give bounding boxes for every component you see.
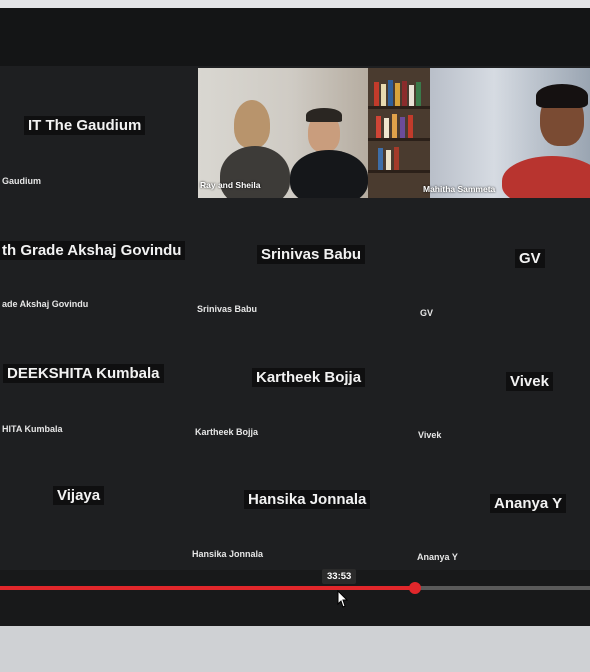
participant-figure (234, 100, 270, 148)
participant-name-deekshita-kumbala: DEEKSHITA Kumbala (3, 364, 164, 383)
mouse-cursor-icon (337, 590, 349, 608)
top-bar (0, 8, 590, 66)
participant-label-kartheek-bojja: Kartheek Bojja (195, 427, 259, 437)
participant-label-gv: GV (420, 308, 434, 318)
video-label-ray-and-sheila: Ray and Sheila (200, 180, 261, 190)
participant-figure (306, 108, 342, 122)
player-controls (0, 570, 590, 628)
participant-figure (220, 146, 290, 198)
progress-scrubber-handle[interactable] (408, 582, 421, 594)
time-tooltip: 33:53 (322, 569, 357, 584)
participant-figure (536, 84, 588, 108)
video-tile-mahitha-sammeta[interactable] (430, 68, 590, 198)
participant-name-it-the-gaudium: IT The Gaudium (24, 116, 146, 135)
participant-name-srinivas-babu: Srinivas Babu (257, 245, 366, 264)
screen: Ray and Sheila Mahitha Sammeta IT The Ga… (0, 8, 590, 628)
participant-label-deekshita-kumbala: HITA Kumbala (2, 424, 63, 434)
participant-name-hansika-jonnala: Hansika Jonnala (244, 490, 371, 509)
participant-figure (290, 150, 368, 198)
participant-label-srinivas-babu: Srinivas Babu (197, 304, 258, 314)
participant-label-vivek: Vivek (418, 430, 442, 440)
video-tile-bookshelf (368, 68, 430, 198)
participant-name-vijaya: Vijaya (53, 486, 105, 505)
monitor-bezel-bottom (0, 626, 590, 672)
participant-name-akshaj-govindu: th Grade Akshaj Govindu (0, 241, 186, 260)
participant-label-hansika-jonnala: Hansika Jonnala (192, 549, 264, 559)
participant-figure (502, 156, 590, 198)
participant-label-gaudium: Gaudium (2, 176, 42, 186)
participant-label-akshaj-govindu: ade Akshaj Govindu (2, 299, 89, 309)
video-label-mahitha-sammeta: Mahitha Sammeta (423, 184, 496, 194)
video-tile-ray-and-sheila[interactable] (198, 68, 368, 198)
participant-name-vivek: Vivek (506, 372, 553, 391)
participant-name-gv: GV (515, 249, 545, 268)
participant-name-kartheek-bojja: Kartheek Bojja (252, 368, 366, 387)
progress-bar-played (0, 586, 415, 590)
participant-label-ananya-y: Ananya Y (417, 552, 458, 562)
participant-name-ananya-y: Ananya Y (490, 494, 567, 513)
